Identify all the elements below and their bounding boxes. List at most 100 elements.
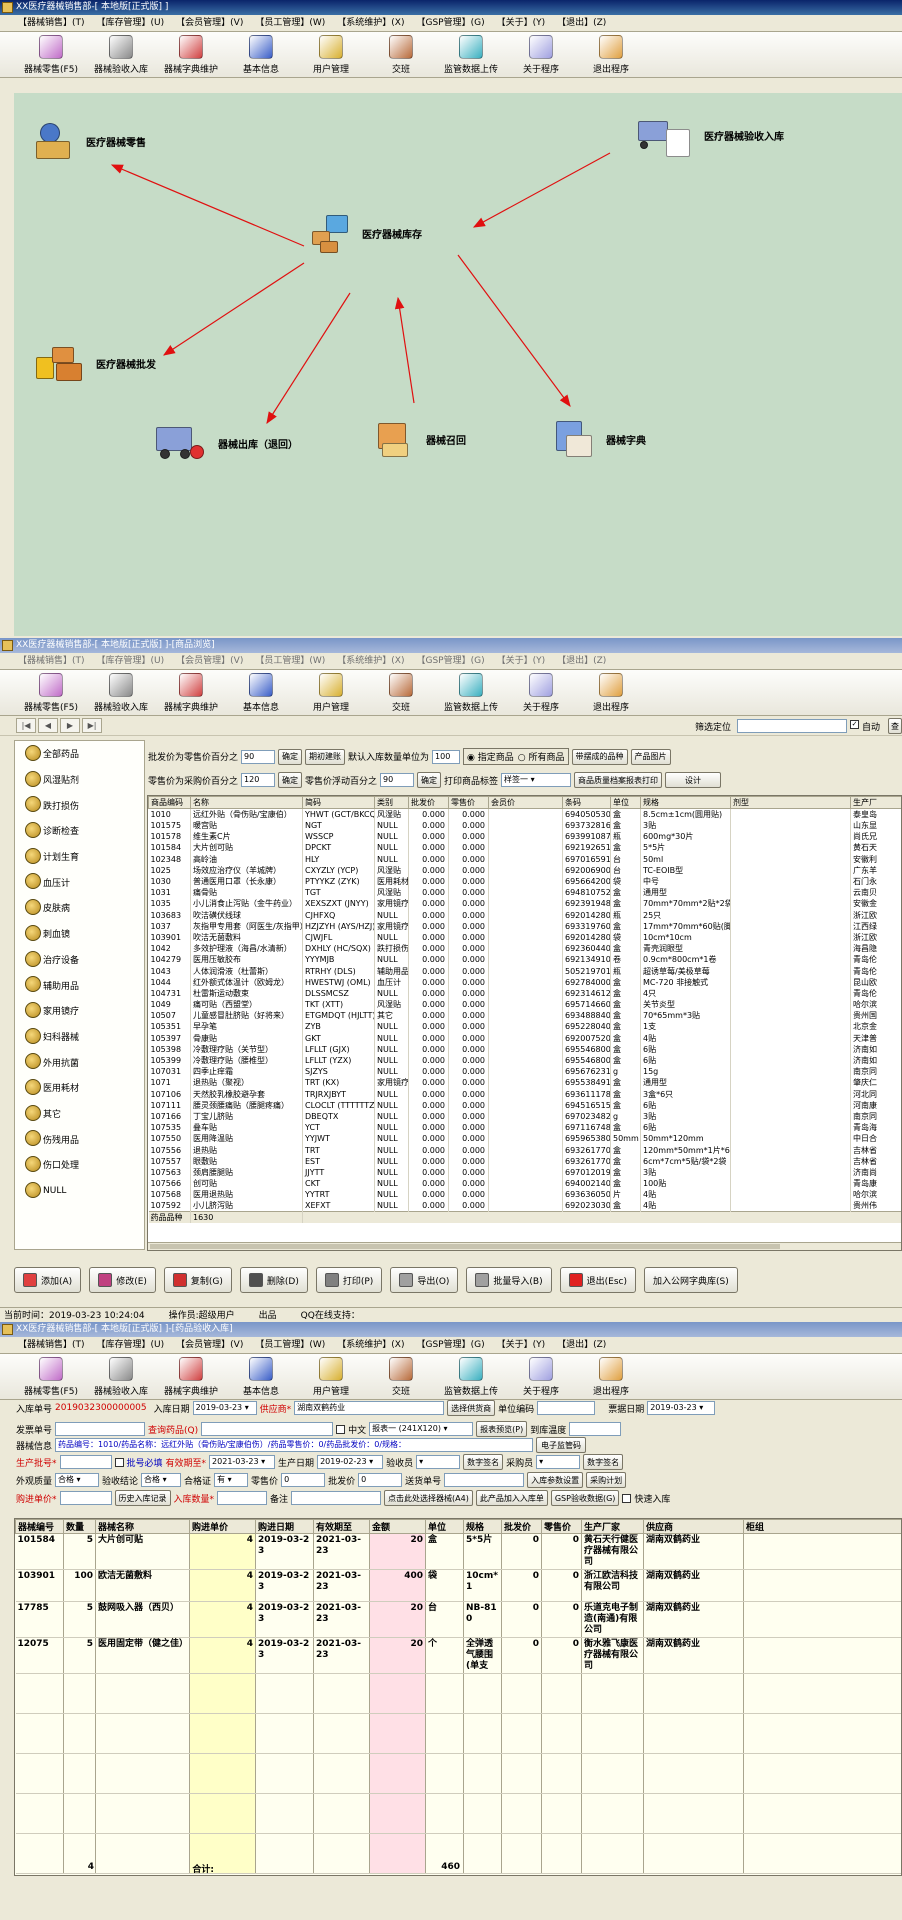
menu-item-5[interactable]: 【GSP管理】(G) [412,15,488,31]
column-header[interactable]: 购进单价 [189,1519,256,1534]
menu-item-7[interactable]: 【退出】(Z) [553,1337,610,1353]
node-retail[interactable]: 医疗器械零售 [34,121,146,161]
menu-item-4[interactable]: 【系统维护】(X) [333,653,408,669]
column-header[interactable]: 类别 [374,796,409,809]
toolbar-button-8[interactable]: 退出程序 [576,671,646,715]
column-header[interactable]: 供应商 [643,1519,744,1534]
toolbar-button-7[interactable]: 关于程序 [506,1355,576,1399]
menu-item-6[interactable]: 【关于】(Y) [493,1337,550,1353]
toolbar-button-8[interactable]: 退出程序 [576,1355,646,1399]
toolbar-button-6[interactable]: 监管数据上传 [436,1355,506,1399]
category-item[interactable]: 伤残用品 [15,1126,144,1152]
opening-account-button[interactable]: 期初建账 [305,748,346,765]
action-button-8[interactable]: 加入公网字典库(S) [643,1267,738,1293]
confirm-wholesale-button[interactable]: 确定 [278,748,303,765]
report-preview-button[interactable]: 报表预览(P) [476,1421,528,1437]
horizontal-scrollbar[interactable] [148,1242,901,1250]
receive-grid[interactable]: 器械编号 数量 器械名称 购进单价 购进日期 有效期至 金额 单位 规格 批发价 零售价 生产厂家 供应… [14,1518,902,1876]
table-row[interactable]: 10507 儿童感冒肚脐贴（好将来） ETGMDQT (HJLTT) 其它 0.000 0… [148,1010,901,1022]
table-row[interactable]: 103683 吹洁磺伏线球 CJHFXQ NULL 0.000 0.000 69201428… [148,909,901,921]
table-row[interactable]: 104731 杜雷斯运动敷束 DLSSMCSZ NULL 0.000 0.000 69231… [148,987,901,999]
query-drug-input[interactable] [201,1422,334,1436]
column-header[interactable]: 商品编码 [148,796,191,809]
category-item[interactable]: 医用耗材 [15,1075,144,1101]
node-wholesale[interactable]: 医疗器械批发 [34,343,156,383]
menu-item-6[interactable]: 【关于】(Y) [493,653,550,669]
table-row[interactable]: 107592小儿脐泻贴XEFXTNULL0.0000.0006920230300… [148,1200,901,1212]
action-button-0[interactable]: 添加(A) [14,1267,82,1293]
cert-select[interactable]: 有 ▾ [214,1473,249,1487]
category-item[interactable]: NULL [15,1178,144,1204]
table-row[interactable]: 1071 退热贴（聚视） TRT (KX) 家用镜疗 0.000 0.000 6955384… [148,1077,901,1089]
design-button[interactable]: 设计 [665,772,722,788]
menu-item-1[interactable]: 【库存管理】(U) [93,1337,169,1353]
table-row[interactable]: 1049 痛可贴（西盟堂） TKT (XTT) 风湿贴 0.000 0.000 695714… [148,999,901,1011]
table-row[interactable]: 12075 5 医用固定带（健之佳） 4 2019-03-23 2021-03-23 20 个… [15,1637,901,1674]
conclusion-select[interactable]: 合格 ▾ [141,1473,182,1487]
table-row[interactable]: 107550医用降温贴YYJWTNULL0.0000.0006959653800… [148,1133,901,1145]
column-header[interactable]: 零售价 [448,796,489,809]
table-row[interactable]: 107166 丁宝儿脐贴 DBEQTX NULL 0.000 0.000 697023482… [148,1110,901,1123]
toolbar-button-6[interactable]: 监管数据上传 [436,671,506,715]
table-row[interactable]: 107556退热贴TRTNULL0.0000.0006932617700盒120… [148,1144,901,1156]
product-image-button[interactable]: 产品图片 [630,748,671,765]
table-row[interactable]: 104279 医用压敏胶布 YYYMJB NULL 0.000 0.000 69213491… [148,954,901,966]
float-pct-input[interactable]: 90 [380,773,415,787]
delivery-input[interactable] [444,1473,525,1487]
column-header[interactable]: 名称 [190,796,303,809]
action-button-1[interactable]: 修改(E) [89,1267,156,1293]
table-row[interactable]: 101578维生素C片WSSCPNULL0.0000.0006939910870… [148,831,901,843]
menu-item-2[interactable]: 【会员管理】(V) [172,1337,247,1353]
price-input[interactable] [59,1491,112,1505]
toolbar-button-7[interactable]: 关于程序 [506,33,576,77]
table-row[interactable]: 107106 天然胶乳橡胶避孕套 TRJRXJBYT NULL 0.000 0.000 69… [148,1088,901,1100]
expiry-picker[interactable]: 2021-03-23 ▾ [209,1455,276,1469]
toolbar-button-3[interactable]: 基本信息 [226,33,296,77]
invoice-no-input[interactable] [55,1422,146,1436]
category-item[interactable]: 外用抗菌 [15,1049,144,1075]
category-item[interactable]: 计划生育 [15,844,144,870]
category-item[interactable]: 刺血镜 [15,921,144,947]
radio-specified[interactable]: ◉ 指定商品 [467,750,514,763]
node-receive[interactable]: 医疗器械验收入库 [636,115,784,157]
buyer-sign-button[interactable]: 数字签名 [583,1454,624,1470]
toolbar-button-5[interactable]: 交班 [366,33,436,77]
column-header[interactable]: 数量 [63,1519,96,1534]
column-header[interactable]: 规格 [463,1519,502,1534]
gsp-data-button[interactable]: GSP验收数据(G) [550,1490,620,1506]
radio-all[interactable]: ○ 所有商品 [518,750,565,763]
ecode-button[interactable]: 电子监管码 [536,1437,587,1453]
column-header[interactable]: 购进日期 [255,1519,314,1534]
auto-checkbox[interactable]: ✓ [850,720,859,729]
fast-checkbox[interactable] [622,1493,632,1503]
toolbar-button-2[interactable]: 器械字典维护 [156,671,226,715]
table-row[interactable]: 107031四季止痒霜SJZYSNULL0.0000.0006956762316… [148,1066,901,1078]
category-item[interactable]: 妇科器械 [15,1024,144,1050]
table-row[interactable]: 1037 灰指甲专用套（阿医生/灰指甲） HZJZYH (AYS/HZJ) 家用镜疗 0… [148,920,901,932]
table-row[interactable]: 1030 普通医用口罩（长永康） PTYYKZ (ZYK) 医用耗材 0.000 0.00… [148,875,901,888]
table-row[interactable]: 101584大片创可贴DPCKTNULL0.0000.0006921926511… [148,842,901,854]
menu-item-0[interactable]: 【器械销售】(T) [14,1337,89,1353]
table-row[interactable]: 102348高岭油HLYNULL0.0000.0006970165913台50m… [148,853,901,865]
retail-input[interactable]: 0 [281,1473,326,1487]
appearance-select[interactable]: 合格 ▾ [55,1473,100,1487]
report-select[interactable]: 报表一 (241X120) ▾ [369,1422,474,1436]
toolbar-button-3[interactable]: 基本信息 [226,1355,296,1399]
table-row[interactable]: 101584 5 大片创可贴 4 2019-03-23 2021-03-23 20 盒 5*5片… [15,1533,901,1570]
node-outbound[interactable]: 器械出库（退回） [154,423,298,463]
column-header[interactable]: 柜组 [743,1519,901,1534]
table-row[interactable]: 1025 场效应治疗仪（羊城牌） CXYZLY (YCP) 风湿贴 0.000 0.000… [148,864,901,876]
menu-item-0[interactable]: 【器械销售】(T) [14,653,89,669]
menu-item-0[interactable]: 【器械销售】(T) [14,15,89,31]
menu-item-3[interactable]: 【员工管理】(W) [251,653,329,669]
menu-item-3[interactable]: 【员工管理】(W) [251,1337,329,1353]
column-header[interactable]: 单位 [610,796,641,809]
column-header[interactable]: 会员价 [488,796,563,809]
category-item[interactable]: 诊断检查 [15,818,144,844]
inspector-sign-button[interactable]: 数字签名 [463,1454,504,1470]
toolbar-button-4[interactable]: 用户管理 [296,1355,366,1399]
prev-record-button[interactable]: ◀ [38,718,58,733]
menu-item-5[interactable]: 【GSP管理】(G) [412,1337,488,1353]
menu-item-7[interactable]: 【退出】(Z) [553,15,610,31]
menu-item-1[interactable]: 【库存管理】(U) [93,653,169,669]
